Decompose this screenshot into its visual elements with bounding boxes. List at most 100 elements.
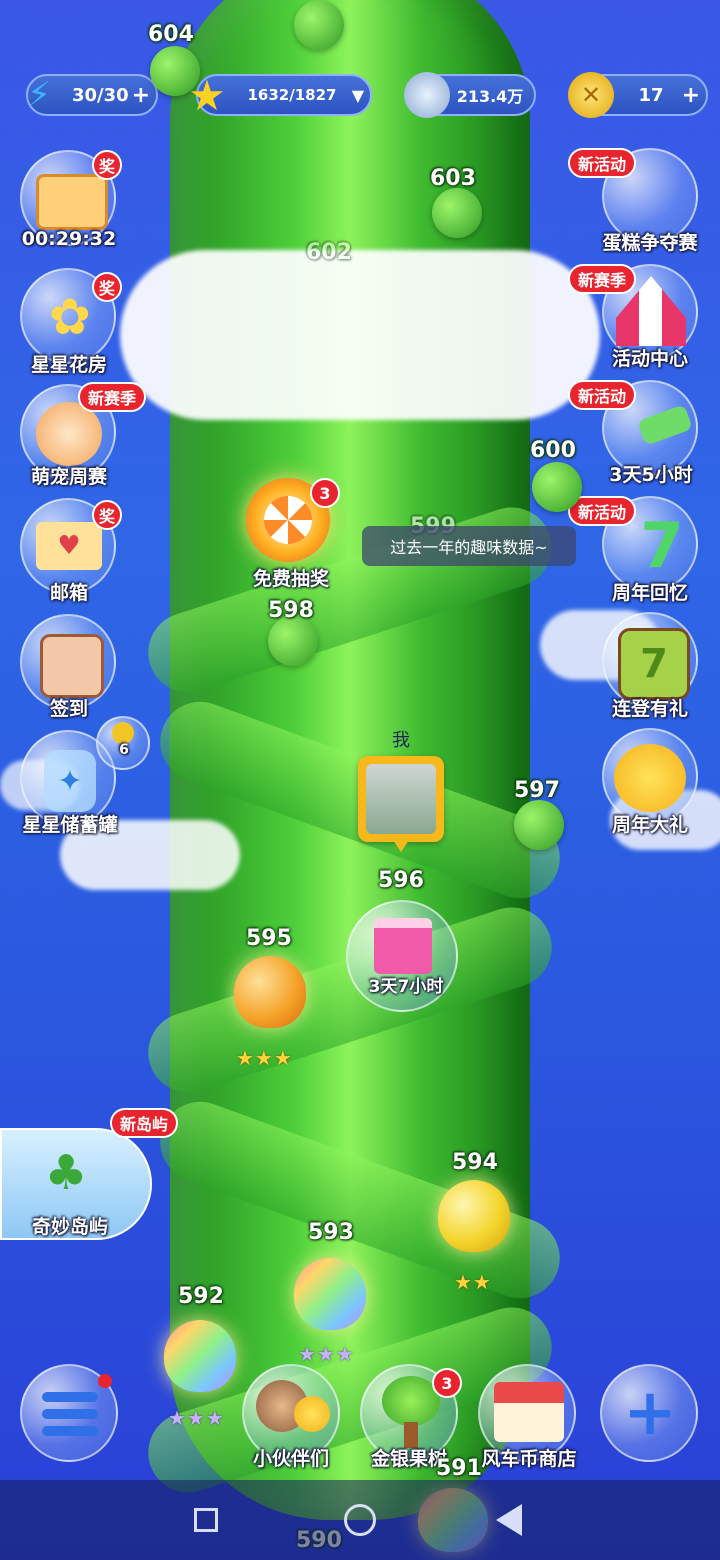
- level-node[interactable]: [432, 188, 482, 238]
- level-number: 600: [530, 438, 576, 463]
- new-event-badge: 新活动: [568, 148, 637, 178]
- cake-contest-label: 蛋糕争夺赛: [602, 232, 698, 254]
- paint-event-timer: 3天5小时: [609, 464, 693, 486]
- avatar-pointer: [393, 840, 409, 852]
- gift-box-icon: [374, 918, 432, 974]
- menu-bubble[interactable]: [20, 1364, 118, 1462]
- new-season-badge: 新赛季: [568, 264, 637, 294]
- level-stars: ★★★: [168, 1406, 225, 1430]
- anniversary-memory-label: 周年回忆: [611, 582, 688, 604]
- id-card-timer: 00:29:32: [21, 228, 117, 250]
- stars-value: 1632/1827: [247, 86, 337, 104]
- wonder-island-label: 奇妙岛屿: [31, 1216, 108, 1238]
- level-number: 595: [246, 926, 292, 951]
- home-icon[interactable]: [344, 1504, 376, 1536]
- gold-coin-icon: [112, 722, 134, 744]
- lottery-count-badge: 3: [310, 478, 340, 508]
- piggy-count-bubble: 6: [96, 716, 150, 770]
- level-fruit-gold[interactable]: [438, 1180, 510, 1252]
- recent-apps-icon[interactable]: [194, 1508, 218, 1532]
- reward-badge: 奖: [92, 150, 122, 180]
- lottery-wheel-icon: [264, 496, 312, 544]
- calendar-icon: [40, 634, 104, 698]
- pet-weekly-label: 萌宠周赛: [30, 466, 107, 488]
- level-number: 603: [430, 166, 476, 191]
- level-fruit-orange[interactable]: [234, 956, 306, 1028]
- stars-dropdown-icon[interactable]: ▼: [352, 86, 364, 105]
- shop-icon: [494, 1382, 564, 1442]
- new-event-badge: 新活动: [568, 380, 637, 410]
- level-number: 602: [306, 240, 352, 265]
- event-center-label: 活动中心: [611, 348, 688, 370]
- id-card-icon: [36, 174, 108, 230]
- star-flower-house-label: 星星花房: [30, 354, 107, 376]
- chick-icon: [294, 1396, 330, 1432]
- level-node[interactable]: [150, 46, 200, 96]
- player-me-label: 我: [392, 730, 410, 751]
- level-fruit-rainbow[interactable]: [164, 1320, 236, 1392]
- shop-label: 风车币商店: [481, 1448, 577, 1470]
- tree-count-badge: 3: [432, 1368, 462, 1398]
- palm-tree-icon: ♣: [44, 1145, 88, 1201]
- piggy-count: 6: [119, 742, 129, 758]
- reward-badge: 奖: [92, 500, 122, 530]
- energy-plus-button[interactable]: +: [132, 83, 150, 108]
- windmill-coin-value: 17: [638, 84, 664, 106]
- notification-dot: [98, 1374, 112, 1388]
- chick-icon: [614, 744, 686, 812]
- stars-counter[interactable]: ★ 1632/1827 ▼: [188, 71, 372, 120]
- gift-timer: 3天7小时: [368, 977, 444, 997]
- envelope-icon: ♥: [36, 522, 102, 570]
- windmill-coin-counter[interactable]: ✕ 17 +: [568, 72, 708, 118]
- friends-label: 小伙伴们: [252, 1448, 329, 1470]
- add-bubble[interactable]: +: [600, 1364, 698, 1462]
- list-menu-icon: [42, 1392, 98, 1436]
- avatar-photo: [366, 764, 436, 834]
- player-avatar[interactable]: [358, 756, 444, 852]
- level-node[interactable]: [268, 616, 318, 666]
- level-number: 604: [148, 22, 194, 47]
- level-number: 592: [178, 1284, 224, 1309]
- piggy-jar-icon: ✦: [44, 750, 96, 812]
- level-fruit-rainbow[interactable]: [294, 1258, 366, 1330]
- level-node[interactable]: [294, 0, 344, 50]
- star-piggy-bank-label: 星星储蓄罐: [22, 814, 118, 836]
- free-lottery-label: 免费抽奖: [252, 568, 329, 590]
- windmill-coin-plus-button[interactable]: +: [682, 83, 700, 108]
- fun-data-tooltip[interactable]: 过去一年的趣味数据~: [362, 526, 576, 566]
- flower-pot-icon: ✿: [49, 288, 91, 346]
- anniversary-gift-label: 周年大礼: [611, 814, 688, 836]
- new-island-badge: 新岛屿: [110, 1108, 179, 1138]
- login-reward-label: 连登有礼: [611, 698, 688, 720]
- energy-counter[interactable]: ⚡ 30/30 +: [26, 74, 158, 116]
- coins-counter[interactable]: 213.4万: [404, 72, 536, 118]
- plus-icon: +: [623, 1376, 677, 1450]
- calendar-seven-icon: 7: [618, 628, 690, 700]
- gold-coin-icon: ✕: [568, 72, 614, 118]
- level-stars: ★★: [454, 1270, 492, 1294]
- energy-value: 30/30: [72, 84, 129, 106]
- level-number: 596: [378, 868, 424, 893]
- mailbox-label: 邮箱: [49, 582, 88, 604]
- reward-badge: 奖: [92, 272, 122, 302]
- tooltip-text: 过去一年的趣味数据~: [390, 538, 548, 557]
- new-event-badge: 新活动: [568, 496, 637, 526]
- sign-in-label: 签到: [49, 698, 88, 720]
- level-number: 597: [514, 778, 560, 803]
- level-number: 594: [452, 1150, 498, 1175]
- level-number: 593: [308, 1220, 354, 1245]
- level-node[interactable]: [532, 462, 582, 512]
- silver-coin-icon: [404, 72, 450, 118]
- lightning-icon: ⚡: [27, 75, 51, 115]
- level-stars: ★★★: [298, 1342, 355, 1366]
- level-node[interactable]: [514, 800, 564, 850]
- level-number: 598: [268, 598, 314, 623]
- coins-value: 213.4万: [456, 87, 524, 106]
- number-seven-icon: 7: [640, 508, 684, 582]
- back-icon[interactable]: [496, 1504, 522, 1536]
- paint-roller-icon: [637, 404, 693, 446]
- cloud: [120, 250, 600, 420]
- level-stars: ★★★: [236, 1046, 293, 1070]
- new-season-badge: 新赛季: [78, 382, 147, 412]
- system-navigation-bar: [0, 1480, 720, 1560]
